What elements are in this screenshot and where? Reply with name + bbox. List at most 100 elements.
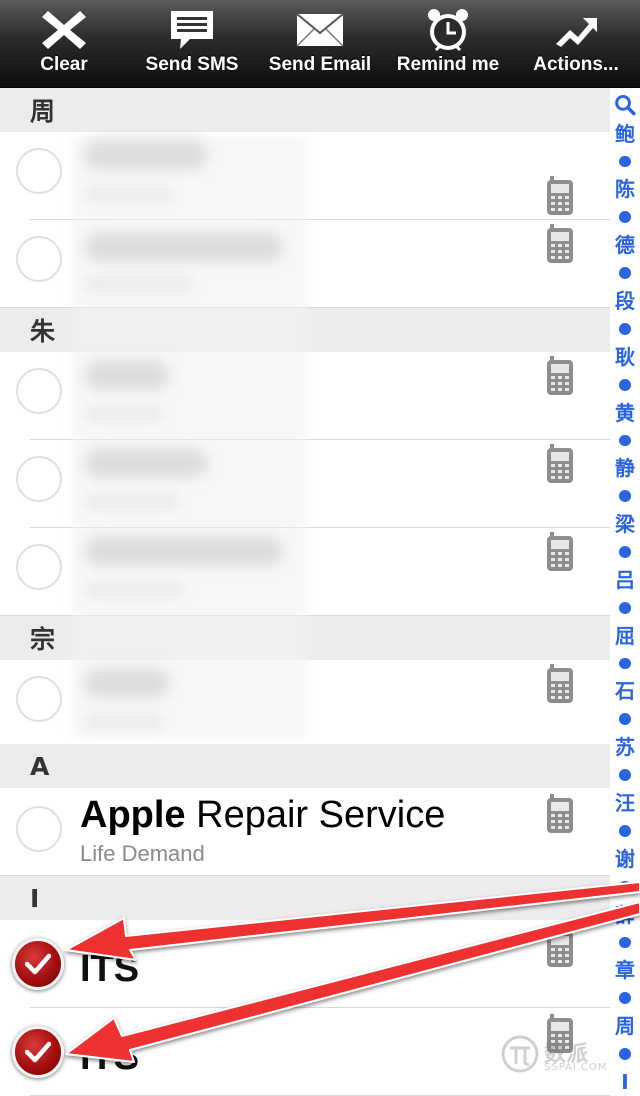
section-header: I [0, 876, 610, 920]
blurred-subtitle [84, 494, 180, 510]
arrow-up-right-icon [553, 0, 599, 56]
blurred-name [84, 536, 284, 566]
blurred-name [84, 668, 170, 698]
remind-me-label: Remind me [396, 54, 500, 75]
select-circle[interactable] [16, 236, 62, 282]
phone-icon[interactable] [545, 532, 575, 572]
index-item[interactable]: 陈 [610, 175, 640, 203]
phone-icon[interactable] [545, 356, 575, 396]
blurred-subtitle [84, 582, 184, 598]
section-header: 宗 [0, 616, 610, 660]
list-item[interactable] [0, 132, 610, 220]
list-item[interactable] [0, 528, 610, 616]
index-dot[interactable] [619, 546, 631, 558]
blurred-name [84, 140, 208, 170]
blurred-name [84, 232, 284, 262]
index-item[interactable]: 章 [610, 956, 640, 984]
index-dot[interactable] [619, 267, 631, 279]
index-dot[interactable] [619, 824, 631, 837]
select-circle[interactable] [16, 676, 62, 722]
list-item[interactable] [0, 220, 610, 308]
list-item[interactable] [0, 660, 610, 748]
checked-circle-icon[interactable] [12, 938, 64, 990]
blurred-subtitle [84, 406, 164, 422]
actions-button[interactable]: Actions... [512, 0, 640, 88]
phone-icon[interactable] [545, 794, 575, 834]
phone-icon[interactable] [545, 224, 575, 264]
index-dot[interactable] [619, 992, 631, 1005]
phone-icon[interactable] [545, 928, 575, 968]
phone-icon[interactable] [545, 176, 575, 216]
index-item[interactable]: 梁 [610, 510, 640, 538]
select-circle[interactable] [16, 368, 62, 414]
clear-button[interactable]: Clear [0, 0, 128, 88]
index-dot[interactable] [619, 434, 631, 447]
index-item[interactable]: 屈 [610, 622, 640, 650]
index-dot[interactable] [619, 657, 631, 670]
list-item[interactable] [0, 440, 610, 528]
index-dot[interactable] [619, 490, 631, 503]
index-item[interactable]: 鲍 [610, 120, 640, 148]
envelope-icon [295, 0, 345, 56]
section-header: A [0, 744, 610, 788]
index-item[interactable]: 谢 [610, 845, 640, 873]
phone-icon[interactable] [545, 444, 575, 484]
index-item[interactable]: 段 [610, 287, 640, 315]
pi-logo-icon [501, 1035, 539, 1073]
index-item[interactable]: 苏 [610, 733, 640, 761]
contact-list[interactable]: 周 朱 宗 A Apple Repair Service Life Demand… [0, 88, 610, 1096]
checked-circle-icon[interactable] [12, 1026, 64, 1078]
list-item[interactable] [0, 352, 610, 440]
index-item[interactable]: 德 [610, 231, 640, 259]
send-sms-label: Send SMS [145, 54, 239, 75]
index-dot[interactable] [619, 322, 631, 335]
index-item[interactable]: 耿 [610, 343, 640, 371]
send-sms-button[interactable]: Send SMS [128, 0, 256, 88]
search-icon[interactable] [614, 94, 636, 116]
index-item[interactable]: 石 [610, 677, 640, 705]
watermark-subtext: SSPAI.COM [544, 1062, 608, 1073]
section-index-bar[interactable]: 鲍 陈 德 段 耿 黄 静 梁 吕 屈 石 苏 汪 谢 薛 章 周 I [610, 88, 640, 1096]
index-item[interactable]: 汪 [610, 789, 640, 817]
select-circle[interactable] [16, 544, 62, 590]
phone-icon[interactable] [545, 664, 575, 704]
alarm-clock-icon [424, 0, 472, 56]
clear-label: Clear [40, 54, 88, 75]
actions-label: Actions... [533, 54, 619, 75]
index-dot[interactable] [619, 936, 631, 949]
blurred-name [84, 360, 170, 390]
index-item[interactable]: 薛 [610, 901, 640, 929]
index-dot[interactable] [619, 880, 631, 893]
speech-bubble-icon [168, 0, 216, 56]
section-header: 朱 [0, 308, 610, 352]
contact-name: ITS [80, 1036, 140, 1078]
remind-me-button[interactable]: Remind me [384, 0, 512, 88]
list-item-its[interactable]: ITS [0, 920, 610, 1008]
index-item[interactable]: 黄 [610, 399, 640, 427]
list-item-apple-repair-service[interactable]: Apple Repair Service Life Demand [0, 788, 610, 876]
select-circle[interactable] [16, 456, 62, 502]
blurred-subtitle [84, 276, 194, 292]
blurred-subtitle [84, 714, 164, 730]
blurred-name [84, 448, 208, 478]
index-dot[interactable] [619, 601, 631, 614]
contact-name: ITS [80, 948, 140, 990]
select-circle[interactable] [16, 806, 62, 852]
contact-subtitle: Life Demand [80, 841, 205, 866]
index-item[interactable]: 静 [610, 454, 640, 482]
send-email-button[interactable]: Send Email [256, 0, 384, 88]
send-email-label: Send Email [268, 54, 372, 75]
toolbar: Clear Send SMS Send Email Remind me Acti… [0, 0, 640, 88]
index-dot[interactable] [619, 769, 631, 781]
select-circle[interactable] [16, 148, 62, 194]
contact-name: Apple Repair Service [80, 794, 446, 836]
section-header: 周 [0, 88, 610, 132]
index-dot[interactable] [619, 378, 631, 391]
watermark-logo: 数派 SSPAI.COM [500, 1034, 622, 1078]
index-dot[interactable] [619, 211, 631, 224]
index-dot[interactable] [619, 713, 631, 726]
index-item[interactable]: 吕 [610, 566, 640, 594]
blurred-subtitle [84, 186, 174, 202]
index-dot[interactable] [619, 155, 631, 168]
x-icon [40, 0, 88, 56]
